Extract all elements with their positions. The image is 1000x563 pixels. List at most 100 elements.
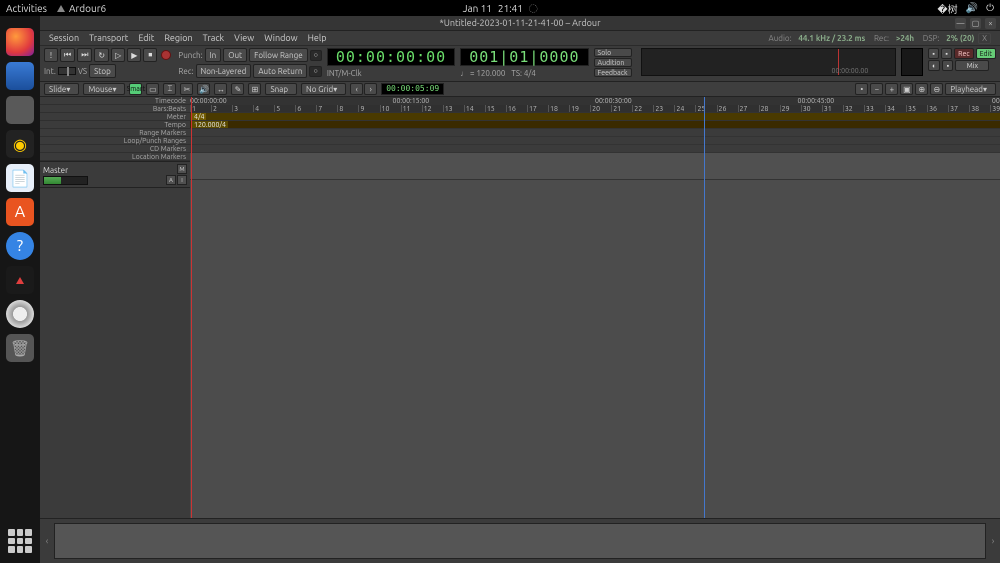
menu-session[interactable]: Session <box>44 33 84 43</box>
tempo-display[interactable]: ♩ = 120.000 <box>460 69 505 78</box>
page-mix-button[interactable]: Mix <box>955 60 989 71</box>
ruler-label-location[interactable]: Location Markers <box>40 153 190 161</box>
dock-files[interactable] <box>6 96 34 124</box>
window-maximize-button[interactable]: ▢ <box>970 18 981 29</box>
expand-tracks-button[interactable]: ⊕ <box>915 83 928 95</box>
script-action-1[interactable]: ▪ <box>928 48 939 59</box>
menu-window[interactable]: Window <box>259 33 302 43</box>
nudge-clock[interactable]: 00:00:05:09 <box>381 83 444 95</box>
play-range-button[interactable]: ▷ <box>111 48 125 62</box>
ruler-label-looppunch[interactable]: Loop/Punch Ranges <box>40 137 190 145</box>
non-layered-button[interactable]: Non-Layered <box>196 64 252 78</box>
menu-track[interactable]: Track <box>198 33 229 43</box>
summary-scroll-left[interactable]: ‹ <box>40 519 54 563</box>
editor-summary[interactable] <box>54 523 986 559</box>
dock-rhythmbox[interactable]: ◉ <box>6 130 34 158</box>
punch-in-button[interactable]: In <box>205 48 222 62</box>
master-track-lane[interactable] <box>190 153 1000 180</box>
edit-mode-selector[interactable]: Slide ▾ <box>44 83 79 95</box>
tool-stretch-button[interactable]: ↔ <box>214 83 227 95</box>
zoom-in-button[interactable]: + <box>885 83 898 95</box>
zoom-to-session-button[interactable]: ▣ <box>900 83 913 95</box>
sound-icon[interactable]: 🔊 <box>966 2 978 14</box>
tool-object-button[interactable]: ▭ <box>146 83 159 95</box>
dock-ardour[interactable] <box>6 266 34 294</box>
shrink-tracks-button[interactable]: ⊖ <box>930 83 943 95</box>
record-enable-button[interactable] <box>161 50 171 60</box>
ruler-meter[interactable]: 4/4 <box>190 113 1000 121</box>
master-group-button[interactable]: I <box>177 175 187 185</box>
loop-button[interactable]: ↻ <box>94 48 109 62</box>
tool-cut-button[interactable]: ✂ <box>180 83 193 95</box>
zoom-out-button[interactable]: − <box>870 83 883 95</box>
network-icon[interactable]: �树 <box>937 1 957 16</box>
ruler-label-tempo[interactable]: Tempo <box>40 121 190 129</box>
menu-transport[interactable]: Transport <box>84 33 133 43</box>
edit-point-cursor[interactable] <box>704 97 705 518</box>
snap-toggle[interactable]: Snap <box>265 83 297 95</box>
mouse-mode-selector[interactable]: Mouse ▾ <box>83 83 125 95</box>
play-button[interactable]: ▶ <box>127 48 141 62</box>
dock-trash[interactable]: 🗑 <box>6 334 34 362</box>
follow-range-button[interactable]: Follow Range <box>249 48 307 62</box>
zoom-full-button[interactable]: • <box>855 83 868 95</box>
window-minimize-button[interactable]: — <box>955 18 966 29</box>
playhead-cursor[interactable] <box>191 97 192 518</box>
sync-source-label[interactable]: INT/M-Clk <box>327 69 362 78</box>
nudge-forward-button[interactable]: › <box>364 83 377 95</box>
goto-start-button[interactable]: ⏮ <box>60 48 75 62</box>
meter-marker[interactable]: 4/4 <box>192 113 206 121</box>
dock-software[interactable]: A <box>6 198 34 226</box>
master-automation-button[interactable]: A <box>166 175 176 185</box>
zoom-focus-selector[interactable]: Playhead ▾ <box>945 83 996 95</box>
timesig-display[interactable]: TS: 4/4 <box>511 69 535 78</box>
ruler-tempo[interactable]: 120.000/4 <box>190 121 1000 129</box>
summary-scroll-right[interactable]: › <box>986 519 1000 563</box>
dock-thunderbird[interactable] <box>6 62 34 90</box>
power-icon[interactable]: ⏻ <box>986 2 994 14</box>
goto-end-button[interactable]: ⏭ <box>77 48 92 62</box>
ruler-label-meter[interactable]: Meter <box>40 113 190 121</box>
ruler-cd[interactable] <box>190 145 1000 153</box>
tool-audition-button[interactable]: 🔊 <box>197 83 210 95</box>
menu-help[interactable]: Help <box>303 33 332 43</box>
script-action-2[interactable]: ▪ <box>941 48 952 59</box>
tool-content-button[interactable]: ⊞ <box>248 83 261 95</box>
window-close-button[interactable]: × <box>985 18 996 29</box>
activities-button[interactable]: Activities <box>6 3 47 14</box>
ruler-looppunch[interactable] <box>190 137 1000 145</box>
show-applications-button[interactable] <box>8 529 32 553</box>
dock-firefox[interactable] <box>6 28 34 56</box>
page-rec-button[interactable]: Rec <box>954 48 973 59</box>
tool-range-button[interactable]: ⌶ <box>163 83 176 95</box>
ruler-label-timecode[interactable]: Timecode <box>40 97 190 105</box>
audition-alert[interactable]: Audition <box>594 58 632 67</box>
dock-writer[interactable]: 📄 <box>6 164 34 192</box>
master-mute-button[interactable]: M <box>177 164 187 174</box>
track-canvas[interactable] <box>190 153 1000 518</box>
editor-canvas[interactable]: 00:00:00:00 00:00:15:00 00:00:30:00 00:0… <box>190 97 1000 518</box>
secondary-clock[interactable]: 001|01|0000 <box>460 48 588 66</box>
punch-out-button[interactable]: Out <box>223 48 247 62</box>
time-label[interactable]: 21:41 <box>498 3 523 14</box>
nudge-backward-button[interactable]: ‹ <box>350 83 363 95</box>
ruler-label-cd[interactable]: CD Markers <box>40 145 190 153</box>
ruler-range[interactable] <box>190 129 1000 137</box>
grid-selector[interactable]: No Grid ▾ <box>301 83 346 95</box>
ruler-barsbeats[interactable]: 1234567891011121314151617181920212223242… <box>190 105 1000 113</box>
feedback-alert[interactable]: Feedback <box>594 68 632 77</box>
primary-clock[interactable]: 00:00:00:00 <box>327 48 455 66</box>
ruler-timecode[interactable]: 00:00:00:00 00:00:15:00 00:00:30:00 00:0… <box>190 97 1000 105</box>
master-track-header[interactable]: Master M A I <box>40 161 190 188</box>
page-edit-button[interactable]: Edit <box>976 48 996 59</box>
menu-region[interactable]: Region <box>159 33 197 43</box>
auto-return-button[interactable]: Auto Return <box>253 64 307 78</box>
mini-timeline[interactable]: 00:00:00.00 00:00:18.00 00:00:36.00 00:0… <box>641 48 897 76</box>
xrun-indicator[interactable]: X <box>978 33 991 44</box>
script-action-4[interactable]: ▪ <box>942 60 953 71</box>
dock-disc[interactable] <box>6 300 34 328</box>
ruler-label-range[interactable]: Range Markers <box>40 129 190 137</box>
tempo-marker[interactable]: 120.000/4 <box>192 121 228 129</box>
smart-mode-button[interactable]: Smart <box>129 83 142 95</box>
shuttle-control[interactable] <box>58 67 76 75</box>
